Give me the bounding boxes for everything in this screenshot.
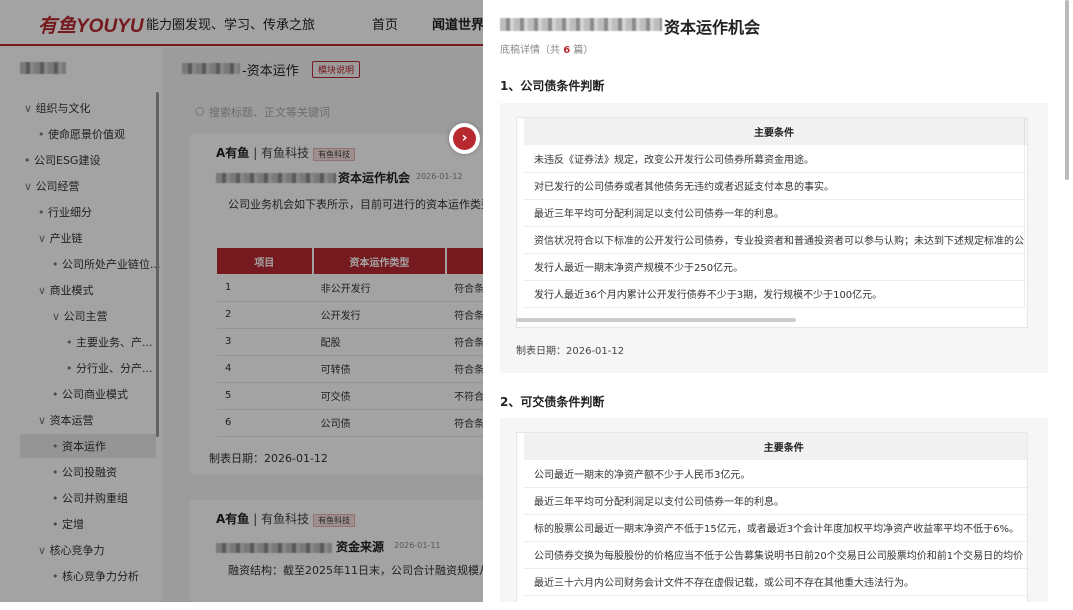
table-cell: 公司债券交换为每股股份的价格应当不低于公告募集说明书日前20个交易日公司股票均价… bbox=[524, 541, 1027, 569]
table-row: 发行人最近一期末净资产规模不少于250亿元。最近一期末的净资产额为15 bbox=[524, 253, 1027, 281]
collapse-panel-button[interactable]: › bbox=[449, 123, 480, 154]
table-row: 对已发行的公司债券或者其他债务无违约或者迟延支付本息的事实。符合条件。 bbox=[524, 172, 1027, 200]
panel-scrollbar[interactable] bbox=[1065, 0, 1069, 180]
table-header: 主要条件 bbox=[524, 433, 1027, 460]
table-row: 标的股票公司最近一期末净资产不低于15亿元，或者最近3个会计年度加权平均净资产收… bbox=[524, 514, 1027, 542]
table-cell: 符合条件。 bbox=[1024, 172, 1027, 200]
table-cell: 最近三年平均可分配利润足以支付公司债券一年的利息。 bbox=[524, 487, 1027, 515]
panel-subtitle: 底稿详情（共 6 篇） bbox=[500, 45, 594, 56]
table-row: 资信状况符合以下标准的公开发行公司债券，专业投资者和普通投资者可以参与认购；未达… bbox=[524, 226, 1027, 254]
modal-overlay[interactable] bbox=[0, 0, 483, 602]
table-cell: 最近一期末的净资产额为15 bbox=[1024, 253, 1027, 281]
table-cell: 发行人最近一期末净资产规模不少于250亿元。 bbox=[524, 253, 1025, 281]
table-header bbox=[1024, 118, 1027, 145]
table-row: 最近三年平均可分配利润足以支付公司债券一年的利息。 bbox=[524, 487, 1027, 515]
exchangeable-bond-table[interactable]: 主要条件 公司最近一期末的净资产额不少于人民币3亿元。 最近三年平均可分配利润足以支… bbox=[516, 432, 1028, 602]
blurred-company-name bbox=[500, 18, 662, 31]
table-cell: 公司最近一期末的净资产额不少于人民币3亿元。 bbox=[524, 460, 1027, 488]
table-cell: 资信状况符合以下标准的公开发行公司债券，专业投资者和普通投资者可以参与认购；未达… bbox=[524, 226, 1025, 254]
section-box: 主要条件 公司最近一期末的净资产额不少于人民币3亿元。 最近三年平均可分配利润足以支… bbox=[500, 418, 1048, 602]
table-header-row: 主要条件 bbox=[524, 118, 1027, 145]
panel-title: 资本运作机会 bbox=[664, 18, 761, 37]
table-cell: 发行人最近36个月内累计公开发行债券不少于3期，发行规模不少于100亿元。 bbox=[524, 280, 1025, 308]
table-cell: 未违反《证券法》规定，改变公开发行公司债券所募资金用途。 bbox=[524, 145, 1025, 173]
table-row: 最近三十六月内公司财务会计文件不存在虚假记载，或公司不存在其他重大违法行为。 bbox=[524, 568, 1027, 596]
horizontal-scrollbar[interactable] bbox=[516, 318, 796, 322]
table-row: 发行人最近36个月内累计公开发行债券不少于3期，发行规模不少于100亿元。最近3… bbox=[524, 280, 1027, 308]
table-header-row: 主要条件 bbox=[524, 433, 1027, 460]
table-cell: 最近三年平均可分配利润足以支付公司债券一年的利息。 bbox=[524, 199, 1025, 227]
table-cell bbox=[1024, 226, 1027, 254]
table-row: 公司最近一期末的净资产额不少于人民币3亿元。 bbox=[524, 460, 1027, 488]
table-cell: 对已发行的公司债券或者其他债务无违约或者迟延支付本息的事实。 bbox=[524, 172, 1025, 200]
table-header: 主要条件 bbox=[524, 118, 1025, 145]
table-row: 未违反《证券法》规定，改变公开发行公司债券所募资金用途。符合条件。 bbox=[524, 145, 1027, 173]
chevron-right-icon: › bbox=[453, 127, 476, 150]
table-cell: 2022年可分配利润：69.69 bbox=[1024, 199, 1027, 227]
table-row: 公司债券交换为每股股份的价格应当不低于公告募集说明书日前20个交易日公司股票均价… bbox=[524, 541, 1027, 569]
table-cell: 最近36个月内累计公开发行 bbox=[1024, 280, 1027, 308]
detail-panel: 资本运作机会 底稿详情（共 6 篇） 1、公司债条件判断 主要条件 未违反《证券法… bbox=[483, 0, 1073, 602]
section-title: 1、公司债条件判断 bbox=[500, 79, 605, 93]
section-title: 2、可交债条件判断 bbox=[500, 395, 605, 409]
table-cell: 标的股票公司最近一期末净资产不低于15亿元，或者最近3个会计年度加权平均净资产收… bbox=[524, 514, 1027, 542]
section-box: 主要条件未违反《证券法》规定，改变公开发行公司债券所募资金用途。符合条件。对已发… bbox=[500, 103, 1048, 373]
table-cell: 符合条件。 bbox=[1024, 145, 1027, 173]
table-row: 最近三年平均可分配利润足以支付公司债券一年的利息。2022年可分配利润：69.6… bbox=[524, 199, 1027, 227]
bond-conditions-table[interactable]: 主要条件未违反《证券法》规定，改变公开发行公司债券所募资金用途。符合条件。对已发… bbox=[516, 117, 1028, 328]
table-cell: 最近三十六月内公司财务会计文件不存在虚假记载，或公司不存在其他重大违法行为。 bbox=[524, 568, 1027, 596]
table-date: 制表日期：2026-01-12 bbox=[516, 346, 625, 357]
